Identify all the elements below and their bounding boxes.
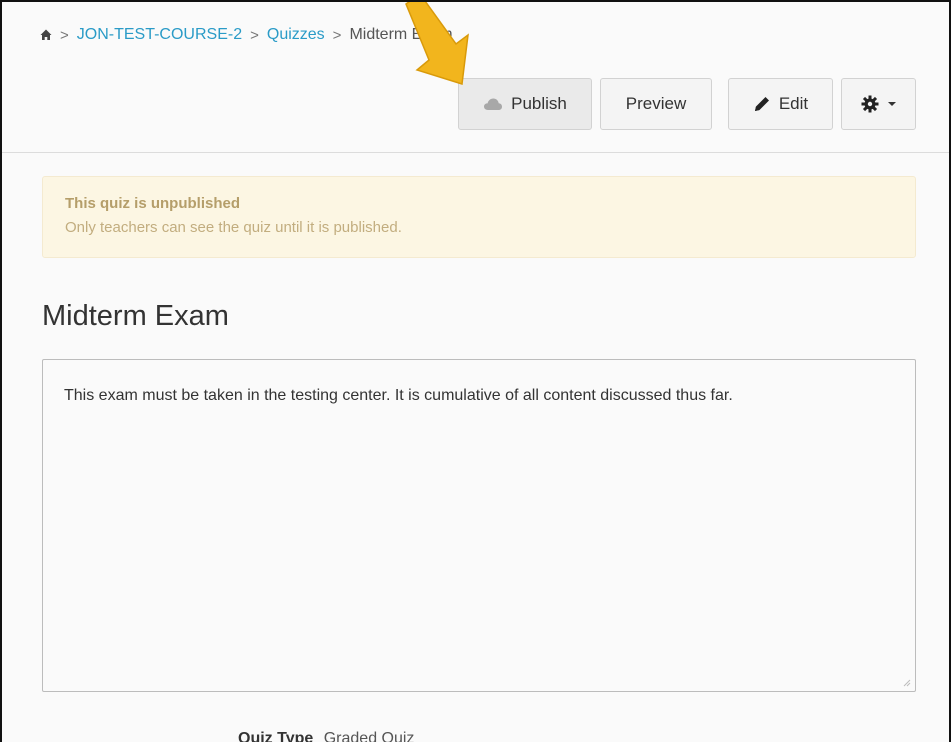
quiz-description: This exam must be taken in the testing c…: [64, 387, 733, 404]
edit-label: Edit: [778, 94, 809, 113]
resize-grip-icon[interactable]: [903, 679, 911, 687]
breadcrumb-course-link[interactable]: JON-TEST-COURSE-2: [77, 26, 242, 44]
gear-icon: [861, 95, 878, 113]
publish-label: Publish: [511, 94, 567, 113]
callout-arrow-icon: [405, 2, 469, 85]
breadcrumb-separator: >: [60, 26, 69, 44]
caret-down-icon: [887, 102, 896, 106]
toolbar-divider: [2, 152, 949, 153]
settings-menu-button[interactable]: [841, 78, 916, 130]
quiz-type-value: Graded Quiz: [323, 730, 415, 742]
quiz-type-row: Quiz Type Graded Quiz: [238, 730, 414, 742]
quiz-description-box: This exam must be taken in the testing c…: [42, 359, 916, 692]
breadcrumb-separator: >: [250, 26, 259, 44]
home-icon[interactable]: [40, 29, 52, 41]
cloud-icon: [484, 98, 503, 110]
quiz-type-label: Quiz Type: [238, 730, 314, 742]
unpublished-alert: This quiz is unpublished Only teachers c…: [42, 176, 916, 258]
breadcrumb-quizzes-link[interactable]: Quizzes: [267, 26, 325, 44]
page-title: Midterm Exam: [42, 300, 229, 332]
preview-label: Preview: [625, 94, 687, 113]
preview-button[interactable]: Preview: [600, 78, 712, 130]
app-frame: > JON-TEST-COURSE-2 > Quizzes > Midterm …: [0, 0, 951, 742]
pencil-icon: [754, 97, 769, 111]
alert-title: This quiz is unpublished: [65, 195, 240, 212]
breadcrumb-separator: >: [332, 26, 342, 44]
edit-button[interactable]: Edit: [728, 78, 833, 130]
alert-text: Only teachers can see the quiz until it …: [65, 219, 402, 236]
